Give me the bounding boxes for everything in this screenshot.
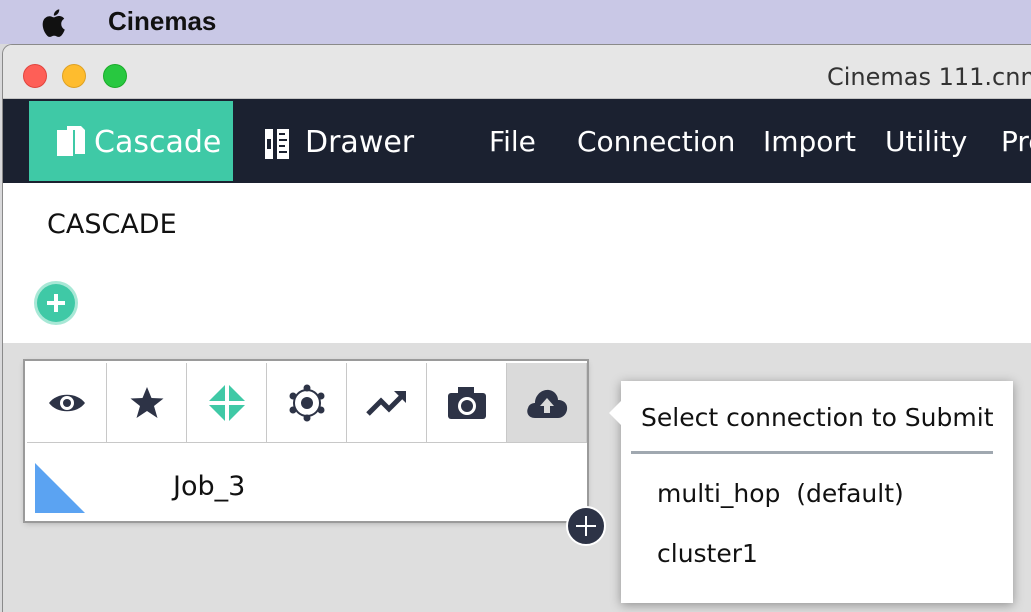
eye-icon <box>48 394 85 411</box>
menu-import[interactable]: Import <box>763 125 856 158</box>
submit-button[interactable] <box>507 363 587 443</box>
tab-drawer[interactable]: Drawer <box>259 101 439 181</box>
cloud-upload-icon <box>526 389 567 418</box>
compass-button[interactable] <box>187 363 267 443</box>
network-icon <box>289 384 324 421</box>
pages-icon <box>57 126 85 156</box>
connection-option-cluster1[interactable]: cluster1 <box>657 539 758 568</box>
page-title: CASCADE <box>47 209 177 240</box>
connection-option-multi-hop[interactable]: multi_hop (default) <box>657 479 904 508</box>
tab-cascade[interactable]: Cascade <box>29 101 233 181</box>
apple-logo-icon[interactable] <box>38 6 72 40</box>
menubar-app-name[interactable]: Cinemas <box>108 6 216 37</box>
titlebar: Cinemas 111.cnm <box>3 45 1031 99</box>
menu-file[interactable]: File <box>489 125 536 158</box>
cascade-canvas[interactable]: Job_3 Select connection to Submit multi_… <box>3 343 1031 612</box>
add-node-icon[interactable] <box>566 506 606 546</box>
favorite-button[interactable] <box>107 363 187 443</box>
maximize-window-button[interactable] <box>103 64 127 88</box>
menu-preferences[interactable]: Pre <box>1001 125 1031 158</box>
trend-up-icon <box>365 390 406 416</box>
menu-connection[interactable]: Connection <box>577 125 735 158</box>
app-window: Cinemas 111.cnm Cascade Drawer File Conn… <box>2 44 1031 612</box>
connection-popover: Select connection to Submit multi_hop (d… <box>609 381 1013 603</box>
node-body: Job_3 <box>27 443 585 519</box>
trend-button[interactable] <box>347 363 427 443</box>
window-title: Cinemas 111.cnm <box>827 63 1031 91</box>
popover-title: Select connection to Submit <box>641 403 994 432</box>
network-button[interactable] <box>267 363 347 443</box>
snapshot-button[interactable] <box>427 363 507 443</box>
tab-drawer-label: Drawer <box>305 125 415 160</box>
top-navbar: Cascade Drawer File Connection Import Ut… <box>3 99 1031 183</box>
compass-icon <box>208 384 245 421</box>
os-menubar: Cinemas <box>0 0 1031 44</box>
minimize-window-button[interactable] <box>62 64 86 88</box>
add-circle-icon[interactable] <box>37 284 75 322</box>
ruler-icon <box>265 129 289 159</box>
node-toolbar <box>27 363 587 443</box>
tab-cascade-label: Cascade <box>94 125 222 160</box>
menu-utility[interactable]: Utility <box>885 125 967 158</box>
node-label: Job_3 <box>173 471 246 502</box>
popover-divider <box>631 451 993 454</box>
view-button[interactable] <box>27 363 107 443</box>
cascade-header-panel: CASCADE <box>3 183 1031 343</box>
close-window-button[interactable] <box>23 64 47 88</box>
star-icon <box>130 386 163 418</box>
job-node[interactable]: Job_3 <box>25 361 587 521</box>
camera-icon <box>447 386 486 419</box>
node-type-triangle-icon <box>35 463 85 513</box>
